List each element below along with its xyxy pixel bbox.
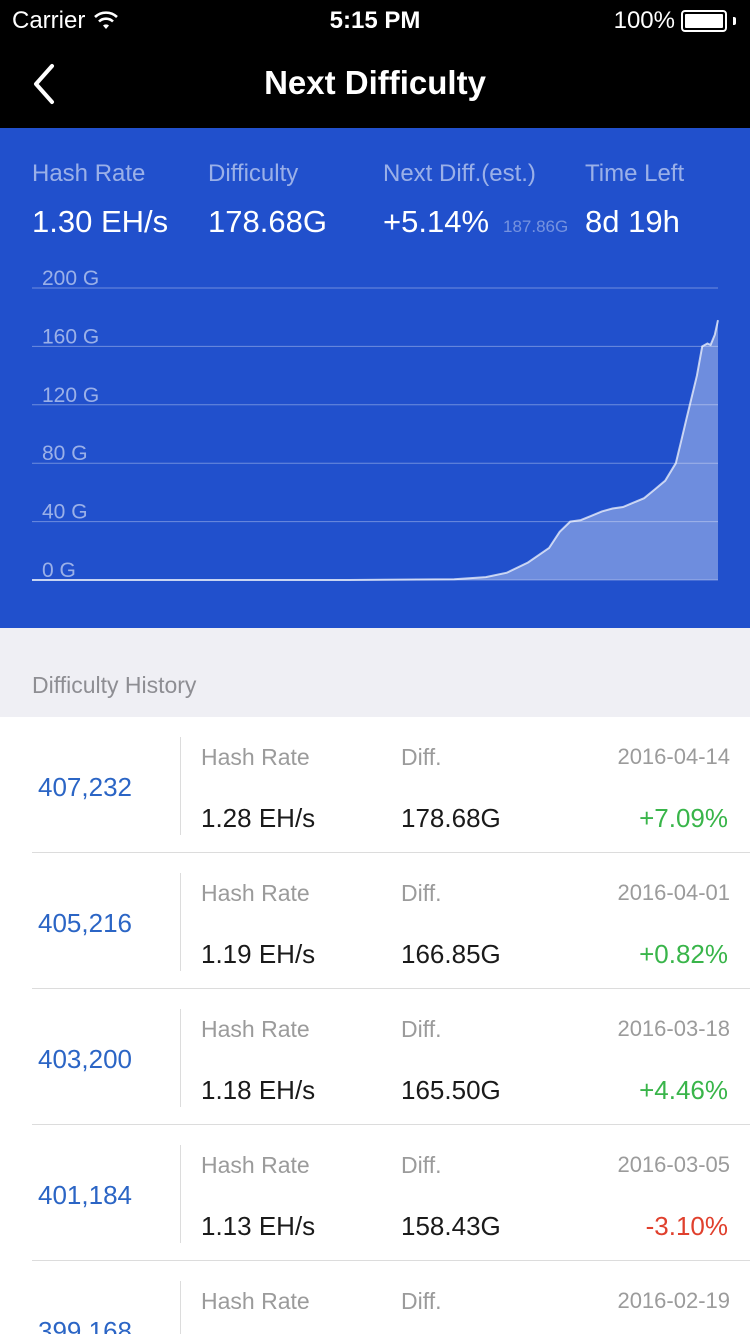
adjust-date: 2016-04-01 (617, 880, 730, 905)
block-height-link[interactable]: 401,184 (38, 1180, 132, 1211)
diff-value: 158.43G (401, 1211, 501, 1241)
y-tick-label: 40 G (42, 501, 88, 524)
adjust-date: 2016-03-05 (617, 1152, 730, 1177)
y-tick-label: 200 G (42, 267, 99, 290)
stat-next-diff-label: Next Diff.(est.) (383, 160, 536, 187)
diff-label: Diff. (401, 1016, 442, 1042)
hash-rate-label: Hash Rate (201, 744, 310, 770)
row-divider-vertical (180, 737, 181, 835)
history-row[interactable]: 403,200 Hash Rate 1.18 EH/s Diff. 165.50G 201… (0, 989, 750, 1125)
block-height-link[interactable]: 399,168 (38, 1316, 132, 1334)
history-list: 407,232 Hash Rate 1.28 EH/s Diff. 178.68G 201… (0, 717, 750, 1334)
y-tick-label: 120 G (42, 384, 99, 407)
diff-change: -3.10% (645, 1211, 728, 1241)
block-height-link[interactable]: 403,200 (38, 1044, 132, 1075)
difficulty-chart: 0 G40 G80 G120 G160 G200 G20092010201120… (32, 267, 719, 582)
stat-next-diff-value: +5.14% 187.86G (383, 204, 568, 240)
stat-difficulty: Difficulty 178.68G (208, 160, 327, 240)
diff-change: +0.82% (639, 939, 728, 969)
history-row[interactable]: 401,184 Hash Rate 1.13 EH/s Diff. 158.43G 201… (0, 1125, 750, 1261)
next-diff-estimate: 187.86G (503, 217, 569, 236)
hash-rate-label: Hash Rate (201, 1152, 310, 1178)
difficulty-summary: Hash Rate 1.30 EH/s Difficulty 178.68G N… (0, 128, 750, 628)
diff-label: Diff. (401, 880, 442, 906)
hash-rate-value: 1.18 EH/s (201, 1075, 316, 1105)
adjust-date: 2016-02-19 (617, 1288, 730, 1313)
stat-hash-rate-label: Hash Rate (32, 160, 146, 187)
history-row[interactable]: 405,216 Hash Rate 1.19 EH/s Diff. 166.85G 201… (0, 853, 750, 989)
row-divider-vertical (180, 1281, 181, 1334)
hash-rate-value: 1.13 EH/s (201, 1211, 316, 1241)
row-divider-vertical (180, 873, 181, 971)
next-diff-percent: +5.14% (383, 204, 490, 239)
hash-rate-label: Hash Rate (201, 1016, 310, 1042)
diff-value: 165.50G (401, 1075, 501, 1105)
stat-time-left-label: Time Left (585, 160, 685, 187)
block-height-link[interactable]: 405,216 (38, 908, 132, 939)
hash-rate-label: Hash Rate (201, 880, 310, 906)
stat-time-left: Time Left 8d 19h (585, 160, 684, 240)
diff-label: Diff. (401, 744, 442, 770)
y-tick-label: 80 G (42, 442, 88, 465)
difficulty-area (32, 320, 718, 580)
history-section-title: Difficulty History (32, 672, 197, 698)
hash-rate-label: Hash Rate (201, 1288, 310, 1314)
stat-difficulty-label: Difficulty (208, 160, 299, 187)
stat-difficulty-value: 178.68G (208, 204, 327, 239)
y-tick-label: 0 G (42, 559, 76, 582)
stat-hash-rate: Hash Rate 1.30 EH/s (32, 160, 168, 240)
hash-rate-value: 1.28 EH/s (201, 803, 316, 833)
history-row[interactable]: 399,168 Hash Rate Diff. 2016-02-19 (0, 1261, 750, 1334)
status-battery: 100% (614, 7, 736, 35)
adjust-date: 2016-04-14 (617, 744, 730, 769)
row-divider-vertical (180, 1145, 181, 1243)
page-title: Next Difficulty (264, 64, 486, 101)
stat-next-diff: Next Diff.(est.) +5.14% 187.86G (383, 160, 568, 240)
diff-label: Diff. (401, 1288, 442, 1314)
hash-rate-value: 1.19 EH/s (201, 939, 316, 969)
diff-value: 166.85G (401, 939, 501, 969)
diff-change: +4.46% (639, 1075, 728, 1105)
diff-label: Diff. (401, 1152, 442, 1178)
history-section-header: Difficulty History (0, 628, 750, 717)
row-divider-vertical (180, 1009, 181, 1107)
adjust-date: 2016-03-18 (617, 1016, 730, 1041)
diff-change: +7.09% (639, 803, 728, 833)
y-tick-label: 160 G (42, 325, 99, 348)
battery-percent: 100% (613, 7, 675, 34)
block-height-link[interactable]: 407,232 (38, 772, 132, 803)
battery-icon (681, 10, 727, 32)
top-bar: Carrier 5:15 PM 100% Next Difficulty (0, 0, 750, 128)
diff-value: 178.68G (401, 803, 501, 833)
stat-hash-rate-value: 1.30 EH/s (32, 204, 169, 239)
stat-time-left-value: 8d 19h (585, 204, 680, 239)
history-row[interactable]: 407,232 Hash Rate 1.28 EH/s Diff. 178.68G 201… (0, 717, 750, 853)
